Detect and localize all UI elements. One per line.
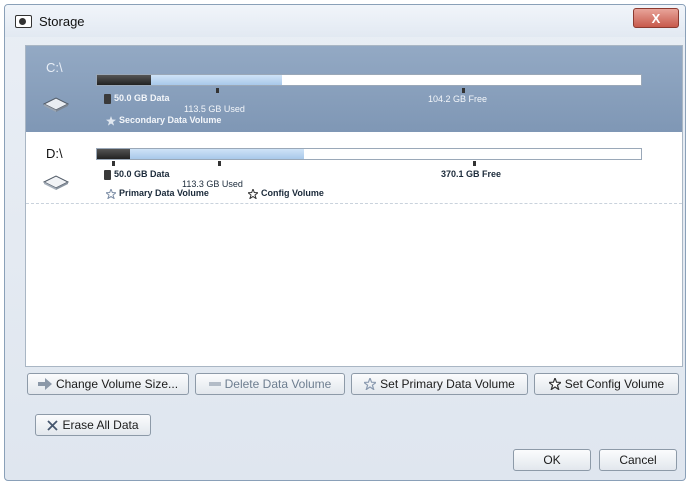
data-segment [97,149,130,159]
used-segment [151,75,282,85]
data-marker [112,161,115,166]
set-primary-data-volume-button[interactable]: Set Primary Data Volume [351,373,528,395]
database-icon [104,93,111,104]
delete-data-volume-button[interactable]: Delete Data Volume [195,373,345,395]
drive-letter: D:\ [46,146,63,161]
hard-drive-icon [42,175,70,190]
star-outline-icon [106,188,116,199]
config-star-icon [248,188,258,199]
set-config-volume-button[interactable]: Set Config Volume [534,373,679,395]
free-marker [473,161,476,166]
used-label: 113.5 GB Used [184,104,245,114]
change-volume-size-button[interactable]: Change Volume Size... [27,373,189,395]
star-outline-icon [364,378,377,390]
cancel-button[interactable]: Cancel [599,449,677,471]
capacity-bar [96,148,642,160]
window-title: Storage [39,13,85,29]
data-segment [97,75,152,85]
x-icon [47,419,59,431]
capacity-bar [96,74,642,86]
volume-tag: Secondary Data Volume [106,115,221,126]
star-icon [106,115,116,126]
data-label: 50.0 GB Data [104,93,170,104]
used-segment [129,149,304,159]
free-marker [462,88,465,93]
resize-arrow-icon [37,378,52,390]
config-star-icon [548,378,561,390]
volume-tag: Config Volume [248,188,324,199]
used-marker [218,161,221,166]
free-label: 104.2 GB Free [428,94,488,104]
volume-row-c[interactable]: C:\ 50.0 GB Data 113.5 GB Used 104.2 GB … [26,46,682,132]
title-bar: Storage X [5,5,685,37]
hard-drive-icon [42,97,70,112]
data-label: 50.0 GB Data [104,169,170,180]
volume-tag: Primary Data Volume [106,188,209,199]
close-button[interactable]: X [633,8,679,28]
drive-letter: C:\ [46,60,63,75]
minus-icon [208,382,221,386]
storage-icon [15,14,32,28]
volume-list: C:\ 50.0 GB Data 113.5 GB Used 104.2 GB … [25,45,683,367]
volume-row-d[interactable]: D:\ 50.0 GB Data 113.3 GB Used 370.1 GB … [26,136,682,204]
erase-all-data-button[interactable]: Erase All Data [35,414,151,436]
used-marker [216,88,219,93]
ok-button[interactable]: OK [513,449,591,471]
storage-window: Storage X C:\ 50.0 GB Data 113.5 GB Used… [4,4,686,481]
database-icon [104,169,111,180]
free-label: 370.1 GB Free [441,169,502,179]
